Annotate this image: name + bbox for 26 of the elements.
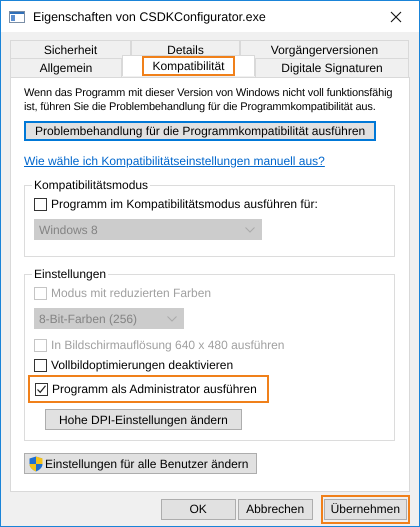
highlight-frame: Kompatibilität xyxy=(142,56,235,76)
window-title: Eigenschaften von CSDKConfigurator.exe xyxy=(33,10,267,24)
help-link[interactable]: Wie wähle ich Kompatibilitätseinstellungen manuell aus? xyxy=(24,154,395,168)
chevron-down-icon xyxy=(245,226,255,232)
window-icon xyxy=(9,10,25,22)
close-icon xyxy=(390,10,402,22)
tab[interactable]: Digitale Signaturen xyxy=(255,58,409,77)
checkbox[interactable]: Vollbildoptimierungen deaktivieren xyxy=(34,355,386,375)
dialog-button[interactable]: OK xyxy=(160,498,236,520)
dialog-button[interactable]: Übernehmen xyxy=(324,498,407,520)
dialog-button[interactable]: Abbrechen xyxy=(238,498,313,520)
chevron-down-icon xyxy=(167,316,177,322)
tab[interactable]: Vorgängerversionen xyxy=(240,40,409,58)
intro-text: Wenn das Programm mit dieser Version von Windows nicht voll funktionsfähig ist, führen Sie die Problembehandlung für die Programmkompatibilität aus. xyxy=(24,86,394,114)
group-title: Kompatibilitätsmodus xyxy=(33,178,150,192)
troubleshoot-button[interactable]: Problembehandlung für die Programmkompatibilität ausführen xyxy=(24,121,376,141)
checkbox[interactable]: Programm als Administrator ausführen xyxy=(35,379,257,399)
check-icon xyxy=(36,384,47,394)
tab[interactable]: Kompatibilität xyxy=(122,55,255,76)
tab[interactable]: Sicherheit xyxy=(10,40,131,58)
dpi-settings-button[interactable]: Hohe DPI-Einstellungen ändern xyxy=(45,409,242,430)
checkbox[interactable]: Programm im Kompatibilitätsmodus ausführen für: xyxy=(34,194,386,214)
all-users-button[interactable]: Einstellungen für alle Benutzer ändern xyxy=(24,453,258,474)
group-title: Einstellungen xyxy=(33,267,108,281)
tab[interactable]: Allgemein xyxy=(10,58,122,77)
shield-icon xyxy=(29,456,43,472)
